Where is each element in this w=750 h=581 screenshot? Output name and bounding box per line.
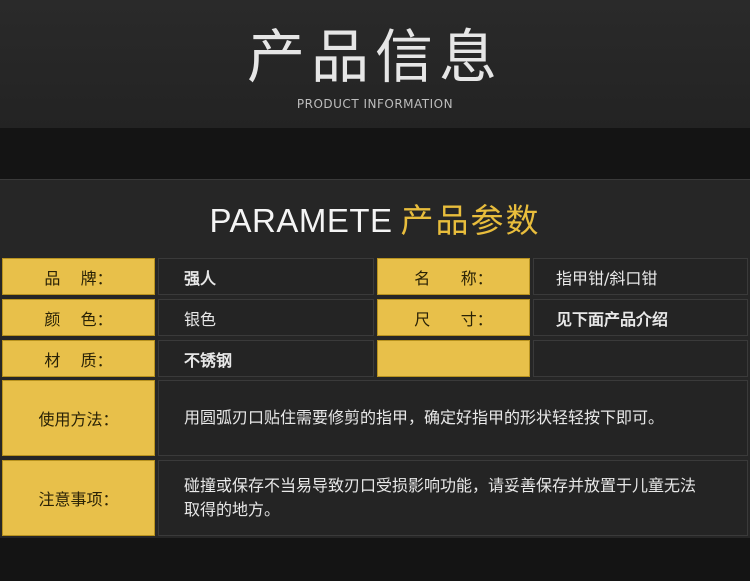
- usage-label: 使用方法：: [2, 380, 155, 456]
- section-title: PARAMETE 产品参数: [0, 198, 750, 244]
- color-label: 颜 色：: [2, 299, 155, 336]
- empty-label-cell: [377, 340, 530, 377]
- section-title-cn: 产品参数: [400, 201, 541, 240]
- size-value: 见下面产品介绍: [533, 299, 748, 336]
- page-title: 产品信息: [246, 23, 503, 91]
- name-value: 指甲钳/斜口钳: [533, 258, 748, 295]
- notice-value: 碰撞或保存不当易导致刃口受损影响功能，请妥善保存并放置于儿童无法取得的地方。: [158, 460, 748, 536]
- size-label: 尺 寸：: [377, 299, 530, 336]
- section-title-en: PARAMETE: [209, 202, 393, 239]
- material-label: 材 质：: [2, 340, 155, 377]
- empty-value-cell: [533, 340, 748, 377]
- color-value: 银色: [158, 299, 374, 336]
- material-value: 不锈钢: [158, 340, 374, 377]
- header-banner: 产品信息 PRODUCT INFORMATION: [0, 0, 750, 128]
- brand-value: 强人: [158, 258, 374, 295]
- brand-label: 品 牌：: [2, 258, 155, 295]
- name-label: 名 称：: [377, 258, 530, 295]
- notice-label: 注意事项：: [2, 460, 155, 536]
- page-subtitle: PRODUCT INFORMATION: [296, 97, 454, 111]
- usage-value: 用圆弧刃口贴住需要修剪的指甲，确定好指甲的形状轻轻按下即可。: [158, 380, 748, 456]
